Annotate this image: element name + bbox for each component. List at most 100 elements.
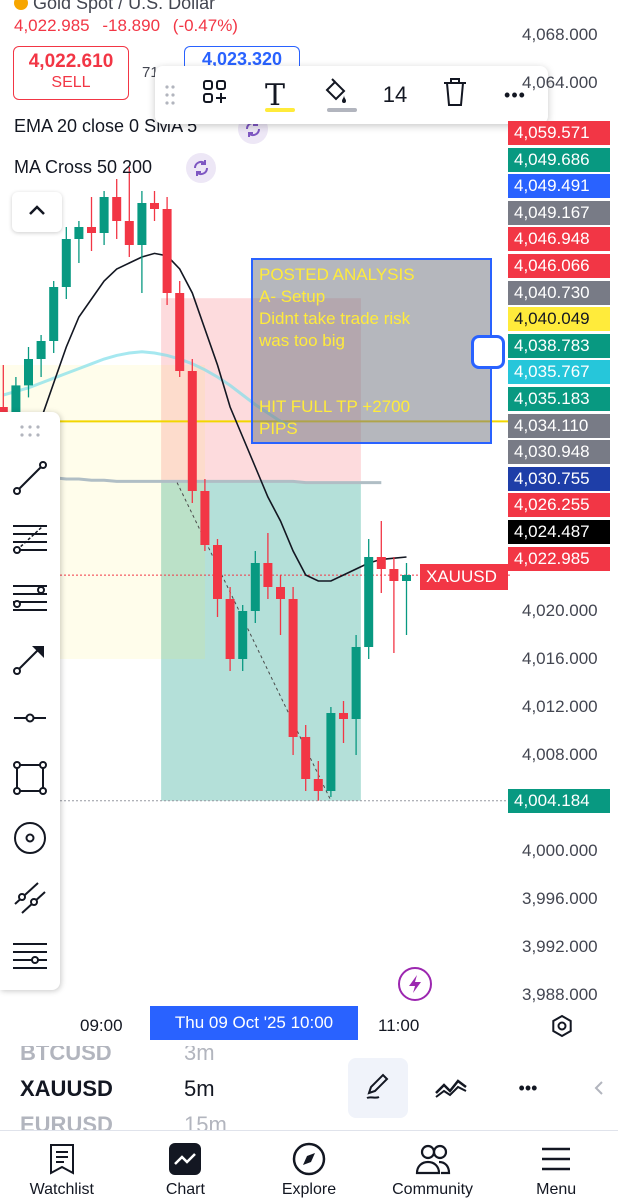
time-tick: 11:00 (378, 1016, 420, 1035)
drawing-mode-button[interactable] (348, 1058, 408, 1118)
nav-chart-label: Chart (165, 1181, 205, 1198)
price-level-badge: 4,046.948 (508, 227, 610, 252)
price-chart[interactable] (0, 0, 510, 1010)
chevron-left-icon[interactable] (580, 1058, 618, 1118)
candle-body (112, 197, 122, 221)
price-level-badge: 4,049.491 (508, 174, 610, 199)
horizontal-line-icon[interactable] (8, 696, 52, 740)
nav-menu[interactable]: Menu (494, 1131, 618, 1200)
sell-button[interactable]: 4,022.610 SELL (13, 46, 129, 100)
chart-settings-icon[interactable] (550, 1014, 574, 1043)
price-level-badge: 4,035.183 (508, 387, 610, 411)
picker-current-symbol[interactable]: XAUUSD (20, 1076, 113, 1102)
indicators-button[interactable] (422, 1058, 482, 1118)
candle-body (74, 227, 84, 239)
font-size-button[interactable]: 14 (365, 66, 425, 124)
price-tick-label: 3,996.000 (522, 889, 598, 908)
community-icon (415, 1141, 451, 1177)
candle-body (200, 491, 210, 545)
candle-body (150, 203, 159, 209)
price-level-badge: 4,030.755 (508, 466, 610, 491)
candle-body (24, 359, 33, 386)
font-size-value: 14 (382, 82, 408, 107)
trash-icon (442, 77, 468, 113)
price-level-badge: 4,038.783 (508, 333, 610, 358)
sync-icon[interactable] (186, 153, 216, 183)
parallel-channel-icon[interactable] (8, 876, 52, 920)
price-level-badge: 4,034.110 (508, 413, 610, 438)
nav-watchlist[interactable]: Watchlist (0, 1131, 124, 1200)
fill-color-button[interactable] (305, 66, 365, 124)
candle-body (364, 557, 374, 647)
picker-current-interval[interactable]: 5m (184, 1076, 215, 1102)
replay-lightning-icon[interactable] (398, 967, 432, 1001)
text-color-swatch (265, 108, 295, 112)
lines-menu-icon[interactable] (8, 934, 52, 978)
nav-explore[interactable]: Explore (247, 1131, 371, 1200)
price-level-badge: 4,049.686 (508, 147, 610, 172)
picker-prev-symbol[interactable]: BTCUSD (20, 1046, 112, 1066)
candle-body (389, 569, 399, 581)
analysis-note-text: POSTED ANALYSIS A- Setup Didnt take trad… (259, 265, 415, 438)
watchlist-icon (44, 1141, 80, 1177)
nav-community-label: Community (392, 1181, 474, 1198)
symbol-title: Gold Spot / U.S. Dollar (33, 0, 216, 13)
drag-handle-icon[interactable] (155, 66, 185, 124)
symbol-interval-picker[interactable]: BTCUSD 3m XAUUSD 5m EURUSD 15m ••• (0, 1046, 618, 1130)
candle-body (137, 203, 147, 245)
nav-chart[interactable]: Chart (124, 1131, 248, 1200)
analysis-text-note[interactable]: POSTED ANALYSIS A- Setup Didnt take trad… (251, 258, 492, 444)
picker-next-symbol[interactable]: EURUSD (20, 1112, 113, 1130)
collapse-legend-button[interactable] (12, 192, 62, 232)
price-tick-label: 4,064.000 (522, 73, 598, 92)
circle-icon[interactable] (8, 816, 52, 860)
panel-drag-icon[interactable] (8, 416, 52, 446)
price-change: -18.890 (102, 16, 161, 35)
candle-body (49, 287, 59, 341)
picker-more-button[interactable]: ••• (498, 1058, 558, 1118)
text-color-button[interactable]: T (245, 66, 305, 124)
picker-next-interval[interactable]: 15m (184, 1112, 227, 1130)
candle-body (402, 575, 411, 581)
time-tick: 09:00 (80, 1016, 123, 1035)
picker-prev-interval[interactable]: 3m (184, 1046, 215, 1066)
candle-body (175, 293, 185, 371)
more-icon: ••• (518, 1077, 538, 1098)
sell-label: SELL (51, 74, 91, 91)
candle-body (301, 737, 311, 779)
candle-body (187, 371, 197, 491)
price-level-badge: 4,026.255 (508, 493, 610, 518)
note-resize-handle[interactable] (471, 335, 505, 369)
object-tree-button[interactable] (185, 66, 245, 124)
candle-body (288, 599, 298, 737)
candle-body (87, 227, 96, 233)
trend-line-icon[interactable] (8, 456, 52, 500)
price-change-pct: (-0.47%) (172, 16, 238, 35)
fib-extension-icon[interactable] (8, 576, 52, 620)
menu-icon (538, 1141, 574, 1177)
price-tick-label: 4,000.000 (522, 841, 598, 860)
delete-drawing-button[interactable] (425, 66, 485, 124)
candle-body (276, 587, 285, 599)
candle-body (99, 197, 109, 233)
sell-price: 4,022.610 (28, 51, 114, 72)
ma-cross-indicator-label[interactable]: MA Cross 50 200 (14, 157, 152, 178)
candle-body (36, 341, 46, 359)
nav-community[interactable]: Community (371, 1131, 495, 1200)
price-level-badge: 4,040.049 (508, 307, 610, 332)
candle-body (213, 545, 222, 599)
time-axis[interactable]: 09:00 Thu 09 Oct '25 10:00 11:00 (0, 1006, 618, 1048)
price-scale[interactable]: 4,068.000 4,064.000 4,020.000 4,016.000 4,01… (508, 0, 618, 1010)
rectangle-icon[interactable] (8, 756, 52, 800)
nav-watchlist-label: Watchlist (29, 1181, 94, 1198)
candle-body (263, 563, 273, 587)
nav-menu-label: Menu (536, 1181, 577, 1198)
fib-retracement-icon[interactable] (8, 516, 52, 560)
time-cursor-label: Thu 09 Oct '25 10:00 (150, 1006, 358, 1040)
price-level-badge: 4,035.767 (508, 360, 610, 385)
candle-body (376, 557, 386, 569)
drawing-tools-panel (0, 412, 60, 990)
arrow-tool-icon[interactable] (8, 636, 52, 680)
paint-bucket-icon (321, 78, 349, 112)
candle-body (339, 713, 348, 719)
